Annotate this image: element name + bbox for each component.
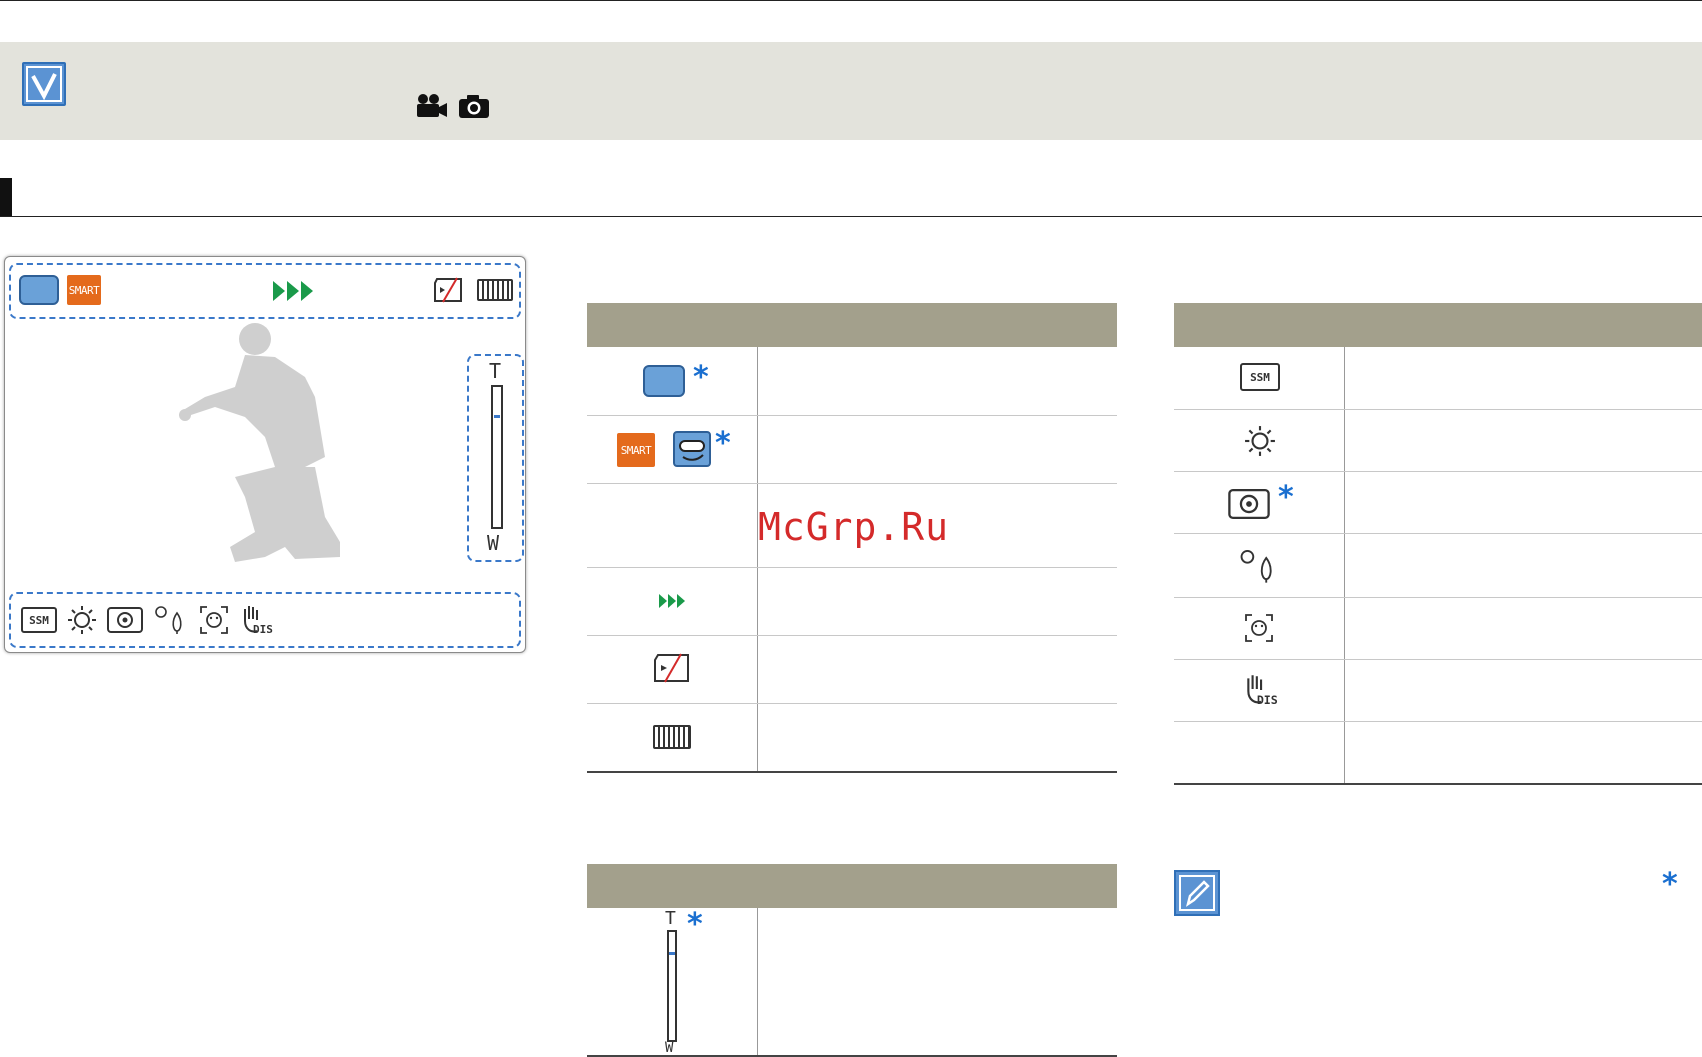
note-star: * bbox=[1662, 867, 1678, 902]
zoom-tele-label: T bbox=[489, 359, 502, 383]
zoom-star: * bbox=[687, 907, 703, 942]
lens-icon bbox=[1228, 489, 1270, 519]
watermark-text: McGrp.Ru bbox=[758, 505, 950, 549]
zoom-bar bbox=[491, 385, 503, 529]
table-row: * bbox=[693, 360, 709, 395]
face-detection-icon bbox=[1244, 613, 1274, 643]
ssm-icon: SSM bbox=[21, 607, 57, 633]
no-card-icon bbox=[653, 653, 691, 683]
zoom-level-marker bbox=[669, 952, 675, 955]
subject-silhouette bbox=[175, 317, 365, 567]
section-marker bbox=[0, 178, 12, 216]
top-rule bbox=[0, 0, 1702, 1]
battery-icon bbox=[477, 279, 513, 301]
smart-auto-icon: SMART bbox=[67, 275, 101, 305]
table-row bbox=[673, 431, 711, 467]
backlight-icon bbox=[153, 603, 187, 635]
sun-icon bbox=[67, 605, 97, 635]
zoom-indicator-table: T * W bbox=[587, 864, 1117, 1057]
zoom-wide-label: W bbox=[487, 531, 500, 555]
stabilizer-star: * bbox=[1278, 480, 1294, 515]
lcd-preview: SMART T W SSM DIS bbox=[4, 256, 526, 653]
table-header bbox=[587, 864, 1117, 908]
section-rule bbox=[0, 216, 1702, 217]
sun-icon bbox=[1244, 425, 1276, 457]
mode-banner bbox=[0, 42, 1702, 140]
fast-forward-icon bbox=[659, 593, 685, 609]
zoom-bar bbox=[667, 930, 677, 1042]
table-row bbox=[643, 365, 685, 397]
svg-text:DIS: DIS bbox=[1257, 693, 1278, 707]
battery-icon bbox=[653, 725, 691, 749]
bottom-indicators-table: SSM * DIS bbox=[1174, 303, 1702, 785]
no-card-icon bbox=[433, 277, 465, 303]
table-row: * bbox=[715, 426, 731, 461]
note-pencil-icon bbox=[1174, 870, 1220, 916]
zoom-tele-label: T bbox=[665, 908, 676, 929]
camera-icon bbox=[458, 93, 490, 119]
backlight-icon bbox=[1238, 545, 1278, 585]
dis-icon: DIS bbox=[1242, 671, 1278, 707]
zoom-level-marker bbox=[494, 415, 500, 418]
scene-mode-icon bbox=[19, 275, 59, 305]
ssm-icon: SSM bbox=[1240, 363, 1280, 391]
fast-forward-icon bbox=[273, 279, 317, 303]
lens-icon bbox=[107, 607, 143, 633]
svg-text:DIS: DIS bbox=[253, 623, 273, 635]
table-row: SMART bbox=[617, 433, 655, 467]
checkmark-icon bbox=[22, 62, 66, 106]
face-detection-icon bbox=[199, 605, 229, 635]
table-header bbox=[1174, 303, 1702, 347]
zoom-wide-label: W bbox=[665, 1040, 674, 1056]
movie-camera-icon bbox=[414, 93, 448, 119]
table-header bbox=[587, 303, 1117, 347]
dis-icon: DIS bbox=[239, 603, 273, 636]
